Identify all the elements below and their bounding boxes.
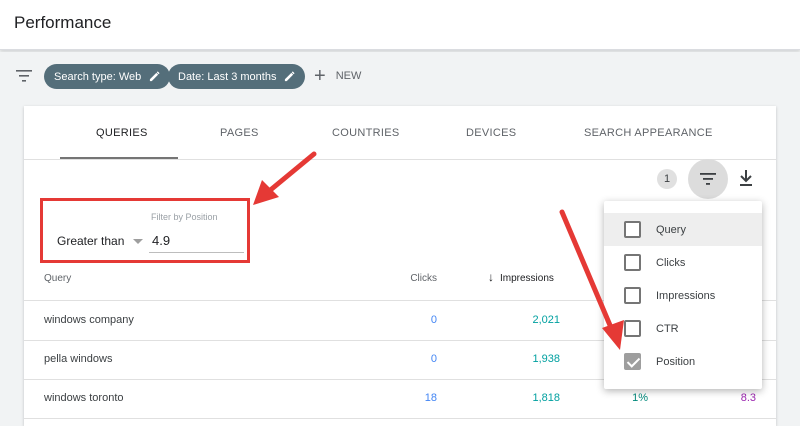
checkbox[interactable] [624, 287, 641, 304]
impressions-cell: 1,938 [532, 353, 560, 365]
page-title: Performance [14, 13, 112, 32]
edit-icon [285, 71, 296, 82]
checkbox[interactable] [624, 221, 641, 238]
new-filter-button[interactable]: + NEW [314, 65, 362, 87]
filter-menu-label: CTR [656, 322, 679, 335]
checkbox[interactable] [624, 320, 641, 337]
filter-menu-label: Query [656, 223, 686, 236]
filter-list-icon [700, 173, 716, 185]
top-app-bar: Performance [0, 0, 800, 50]
tab-search-appearance[interactable]: SEARCH APPEARANCE [584, 127, 713, 139]
filter-menu-item-clicks[interactable]: Clicks [604, 246, 762, 279]
clicks-cell: 0 [430, 314, 437, 326]
filter-menu-label: Clicks [656, 256, 686, 269]
clicks-cell: 0 [430, 353, 437, 365]
query-cell: windows company [44, 314, 134, 326]
filter-menu-label: Position [656, 355, 696, 368]
filter-menu: Query Clicks Impressions CTR Position [604, 201, 762, 389]
clicks-cell: 18 [424, 392, 437, 404]
col-header-query[interactable]: Query [44, 273, 71, 284]
active-tab-indicator [60, 157, 178, 159]
tab-devices[interactable]: DEVICES [466, 127, 516, 139]
download-icon[interactable] [738, 169, 754, 187]
filter-menu-item-query[interactable]: Query [604, 213, 762, 246]
filter-menu-label: Impressions [656, 289, 716, 302]
tab-pages[interactable]: PAGES [220, 127, 259, 139]
annotation-highlight-box [40, 198, 250, 263]
query-cell: windows toronto [44, 392, 124, 404]
sort-down-arrow-icon: ↓ [488, 270, 494, 284]
chip-label: Search type: Web [54, 70, 142, 83]
filter-menu-item-position[interactable]: Position [604, 345, 762, 378]
table-filter-button[interactable] [688, 159, 728, 199]
edit-icon [150, 71, 160, 82]
filter-menu-item-impressions[interactable]: Impressions [604, 279, 762, 312]
tab-queries[interactable]: QUERIES [96, 127, 148, 139]
tab-countries[interactable]: COUNTRIES [332, 127, 399, 139]
position-cell: 8.3 [740, 392, 756, 404]
checkbox[interactable] [624, 254, 641, 271]
filter-bar: Search type: Web Date: Last 3 months + N… [0, 52, 800, 100]
col-header-impressions-label: Impressions [500, 273, 554, 284]
plus-icon: + [314, 65, 326, 87]
date-range-chip[interactable]: Date: Last 3 months [168, 64, 306, 89]
search-type-chip[interactable]: Search type: Web [44, 64, 171, 89]
impressions-cell: 2,021 [532, 314, 560, 326]
checkbox-checked[interactable] [624, 353, 641, 370]
ctr-cell: 1% [632, 392, 648, 404]
impressions-cell: 1,818 [532, 392, 560, 404]
filter-menu-item-ctr[interactable]: CTR [604, 312, 762, 345]
chip-label: Date: Last 3 months [178, 70, 277, 83]
dimension-tabs: QUERIES PAGES COUNTRIES DEVICES SEARCH A… [24, 106, 776, 160]
query-cell: pella windows [44, 353, 113, 365]
col-header-impressions[interactable]: ↓ Impressions [488, 270, 554, 284]
new-label: NEW [335, 70, 362, 82]
filter-count-badge: 1 [657, 169, 677, 189]
col-header-clicks[interactable]: Clicks [410, 273, 437, 284]
filter-list-icon[interactable] [16, 69, 32, 83]
